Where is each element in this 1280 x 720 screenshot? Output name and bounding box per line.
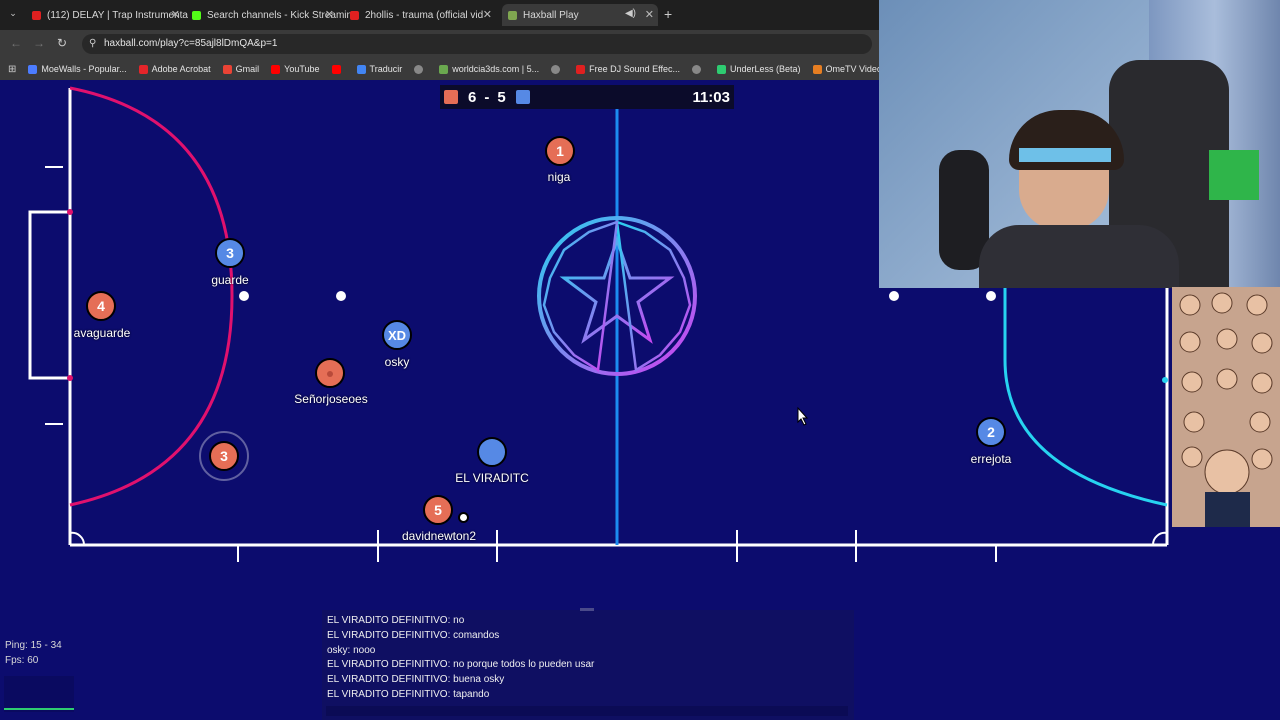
scoreboard: 6 - 5 11:03: [440, 85, 734, 109]
webcam-green-block: [1209, 150, 1259, 200]
svg-text:2: 2: [987, 424, 995, 440]
webcam-overlay: [879, 0, 1280, 288]
player-name: niga: [547, 170, 571, 184]
score-separator: -: [484, 88, 490, 106]
fps-graph: [4, 676, 74, 712]
fps-text: Fps: 60: [5, 655, 39, 666]
svg-text:1: 1: [556, 143, 564, 159]
player-name: errejota: [970, 452, 1012, 466]
player-red-5: 5: [423, 495, 453, 525]
player-red-1: 1: [545, 136, 575, 166]
blue-team-icon: [515, 90, 530, 104]
svg-text:5: 5: [434, 502, 442, 518]
player-blue-xd: XD: [382, 320, 412, 350]
red-team-icon: [444, 90, 458, 104]
blue-score: 5: [497, 88, 506, 106]
player-red-emoji: [315, 358, 345, 388]
chat-message: EL VIRADITO DEFINITIVO: comandos: [327, 629, 500, 641]
chat-message: EL VIRADITO DEFINITIVO: no: [327, 615, 465, 626]
svg-text:4: 4: [97, 298, 105, 314]
player-blue-2: 2: [976, 417, 1006, 447]
red-score: 6: [468, 88, 477, 106]
player-blue-3: 3: [215, 238, 245, 268]
network-stats: Ping: 15 - 34 Fps: 60: [5, 638, 62, 668]
soccer-ball-icon: [458, 512, 469, 523]
player-self-red-3: 3: [199, 431, 249, 481]
player-name: Señorjoseoes: [294, 392, 368, 406]
chat-message: EL VIRADITO DEFINITIVO: tapando: [327, 688, 490, 700]
match-timer: 11:03: [692, 88, 730, 106]
svg-text:3: 3: [220, 448, 228, 464]
player-name: guarde: [211, 273, 249, 287]
player-name: EL VIRADITC: [455, 471, 529, 485]
chat-log: EL VIRADITO DEFINITIVO: no EL VIRADITO D…: [322, 608, 854, 720]
player-name: osky: [384, 355, 410, 369]
svg-text:XD: XD: [388, 328, 406, 343]
player-blue-plain: [477, 437, 507, 467]
player-name: davidnewton2: [401, 529, 477, 543]
player-name: avaguarde: [73, 326, 131, 340]
face-collage: [1172, 287, 1280, 527]
chat-input[interactable]: [326, 706, 848, 716]
player-red-4: 4: [86, 291, 116, 321]
chat-message: EL VIRADITO DEFINITIVO: no porque todos …: [327, 659, 595, 671]
webcam-person-body: [979, 225, 1179, 288]
chat-grip[interactable]: [580, 608, 594, 611]
svg-text:3: 3: [226, 245, 234, 261]
ping-text: Ping: 15 - 34: [5, 640, 62, 651]
chat-message: EL VIRADITO DEFINITIVO: buena osky: [327, 674, 505, 686]
face-collage-image: [1172, 287, 1280, 527]
webcam-headband: [1019, 148, 1111, 162]
chat-message: osky: nooo: [327, 644, 376, 656]
